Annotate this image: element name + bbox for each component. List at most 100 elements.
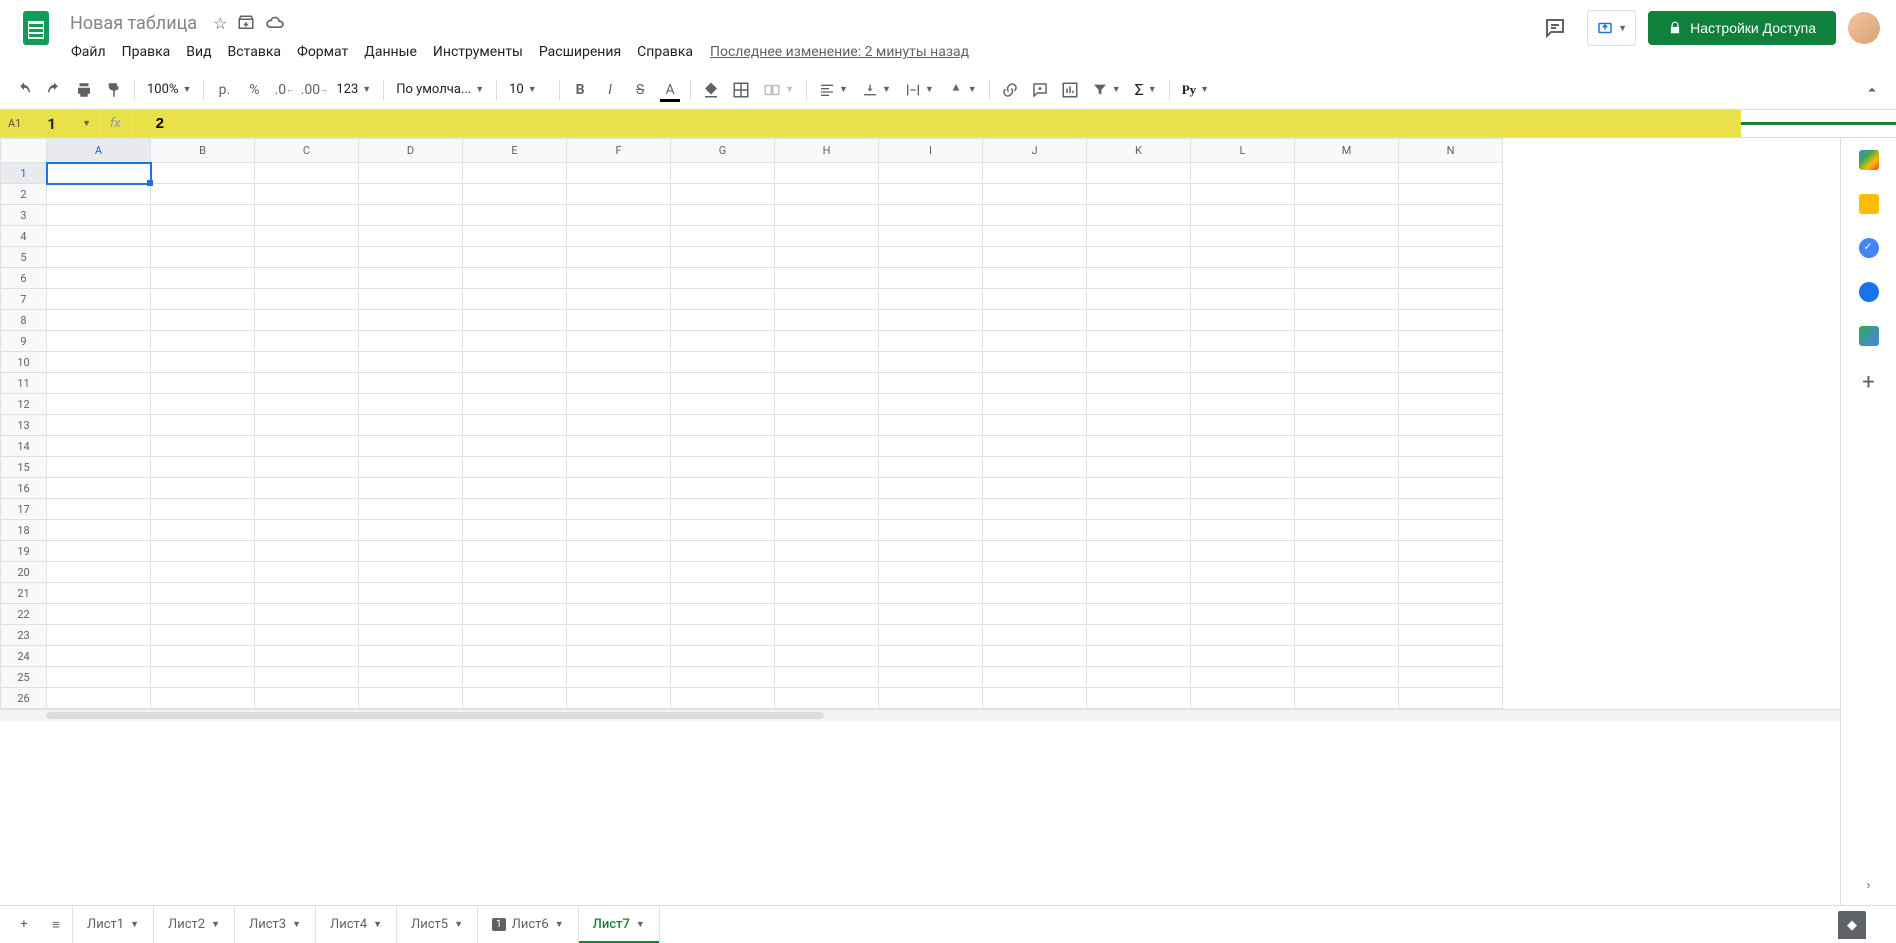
cell[interactable] xyxy=(1087,394,1191,415)
cell[interactable] xyxy=(1191,310,1295,331)
cell[interactable] xyxy=(1191,625,1295,646)
percent-button[interactable]: % xyxy=(240,76,268,104)
cell[interactable] xyxy=(1399,352,1503,373)
cell[interactable] xyxy=(47,478,151,499)
cell[interactable] xyxy=(1295,457,1399,478)
cell[interactable] xyxy=(1191,184,1295,205)
cell[interactable] xyxy=(983,562,1087,583)
cell[interactable] xyxy=(1295,163,1399,184)
cell[interactable] xyxy=(671,310,775,331)
cell[interactable] xyxy=(567,352,671,373)
row-header[interactable]: 15 xyxy=(1,457,47,478)
cell[interactable] xyxy=(255,625,359,646)
cell[interactable] xyxy=(255,583,359,604)
spreadsheet-grid[interactable]: ABCDEFGHIJKLMN12345678910111213141516171… xyxy=(0,138,1840,905)
cell[interactable] xyxy=(1087,436,1191,457)
row-header[interactable]: 11 xyxy=(1,373,47,394)
column-header[interactable]: I xyxy=(879,139,983,163)
cell[interactable] xyxy=(255,457,359,478)
cell[interactable] xyxy=(1191,331,1295,352)
row-header[interactable]: 13 xyxy=(1,415,47,436)
cell[interactable] xyxy=(1295,478,1399,499)
cell[interactable] xyxy=(567,373,671,394)
cell[interactable] xyxy=(1087,289,1191,310)
cell[interactable] xyxy=(359,268,463,289)
cell[interactable] xyxy=(47,646,151,667)
cell[interactable] xyxy=(775,163,879,184)
cell[interactable] xyxy=(47,373,151,394)
menu-file[interactable]: Файл xyxy=(64,40,113,64)
cell[interactable] xyxy=(47,226,151,247)
cell[interactable] xyxy=(879,331,983,352)
cell[interactable] xyxy=(47,289,151,310)
cell[interactable] xyxy=(1295,331,1399,352)
cell[interactable] xyxy=(359,373,463,394)
cell[interactable] xyxy=(1399,289,1503,310)
cell[interactable] xyxy=(1295,352,1399,373)
cell[interactable] xyxy=(775,667,879,688)
cell[interactable] xyxy=(255,478,359,499)
cell[interactable] xyxy=(983,226,1087,247)
cell[interactable] xyxy=(671,541,775,562)
cell[interactable] xyxy=(775,562,879,583)
cell[interactable] xyxy=(47,541,151,562)
cell[interactable] xyxy=(1087,415,1191,436)
maps-icon[interactable] xyxy=(1859,326,1879,346)
column-header[interactable]: H xyxy=(775,139,879,163)
cell[interactable] xyxy=(879,394,983,415)
cell[interactable] xyxy=(1399,562,1503,583)
cell[interactable] xyxy=(1295,520,1399,541)
row-header[interactable]: 25 xyxy=(1,667,47,688)
cell[interactable] xyxy=(359,499,463,520)
cell[interactable] xyxy=(1295,226,1399,247)
cell[interactable] xyxy=(1087,583,1191,604)
addons-button[interactable]: Рy▼ xyxy=(1176,76,1215,104)
cell[interactable] xyxy=(1399,310,1503,331)
add-addon-button[interactable]: + xyxy=(1862,370,1874,395)
cell[interactable] xyxy=(151,541,255,562)
cell[interactable] xyxy=(567,478,671,499)
cell[interactable] xyxy=(1295,289,1399,310)
cell[interactable] xyxy=(1295,541,1399,562)
cell[interactable] xyxy=(879,625,983,646)
cell[interactable] xyxy=(47,688,151,709)
cell[interactable] xyxy=(671,520,775,541)
cell[interactable] xyxy=(47,499,151,520)
sheet-tab[interactable]: 1Лист6▼ xyxy=(478,906,579,943)
cell[interactable] xyxy=(463,583,567,604)
cell[interactable] xyxy=(463,562,567,583)
menu-view[interactable]: Вид xyxy=(179,40,218,64)
cell[interactable] xyxy=(1295,247,1399,268)
menu-data[interactable]: Данные xyxy=(357,40,424,64)
cell[interactable] xyxy=(1087,226,1191,247)
cell[interactable] xyxy=(567,268,671,289)
comments-button[interactable] xyxy=(1535,8,1575,48)
text-wrap-button[interactable]: ▼ xyxy=(899,76,940,104)
column-header[interactable]: J xyxy=(983,139,1087,163)
cell[interactable] xyxy=(567,247,671,268)
cell[interactable] xyxy=(1087,646,1191,667)
cell[interactable] xyxy=(359,667,463,688)
cell[interactable] xyxy=(1399,457,1503,478)
cell[interactable] xyxy=(1191,499,1295,520)
cell[interactable] xyxy=(47,667,151,688)
cell[interactable] xyxy=(255,541,359,562)
cell[interactable] xyxy=(151,583,255,604)
cell[interactable] xyxy=(879,520,983,541)
cell[interactable] xyxy=(983,583,1087,604)
cell[interactable] xyxy=(983,688,1087,709)
cell[interactable] xyxy=(671,583,775,604)
cell[interactable] xyxy=(359,163,463,184)
contacts-icon[interactable] xyxy=(1859,282,1879,302)
cell[interactable] xyxy=(879,541,983,562)
move-icon[interactable] xyxy=(237,14,255,32)
cell[interactable] xyxy=(879,688,983,709)
cell[interactable] xyxy=(1191,373,1295,394)
cell[interactable] xyxy=(1191,394,1295,415)
merge-cells-button[interactable]: ▼ xyxy=(757,76,800,104)
cell[interactable] xyxy=(671,457,775,478)
cell[interactable] xyxy=(1087,184,1191,205)
cell[interactable] xyxy=(671,478,775,499)
cell[interactable] xyxy=(879,289,983,310)
cell[interactable] xyxy=(151,457,255,478)
